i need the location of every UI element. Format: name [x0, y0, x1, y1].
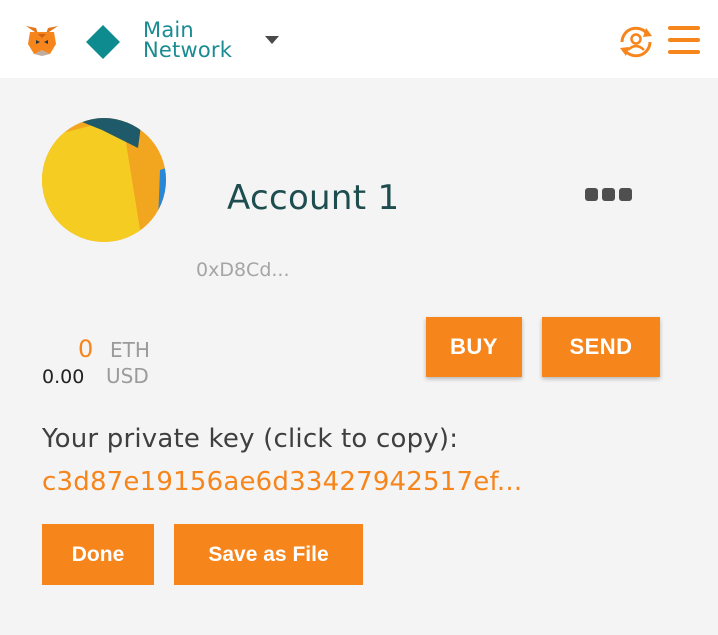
account-avatar — [42, 118, 166, 242]
save-as-file-button[interactable]: Save as File — [174, 524, 363, 585]
private-key-label: Your private key (click to copy): — [42, 424, 459, 454]
app-header: Main Network — [0, 0, 718, 78]
buy-button[interactable]: BUY — [426, 317, 522, 377]
network-name-line1: Main — [143, 18, 194, 42]
network-selector[interactable]: Main Network — [143, 18, 263, 62]
network-status-icon[interactable] — [86, 25, 120, 59]
account-name[interactable]: Account 1 — [227, 178, 399, 218]
caret-down-icon[interactable] — [265, 36, 279, 44]
network-name-line2: Network — [143, 38, 233, 62]
usd-balance-value: 0.00 — [42, 366, 85, 388]
account-sync-icon[interactable] — [616, 22, 656, 62]
more-dots-icon[interactable] — [585, 188, 633, 202]
done-button[interactable]: Done — [42, 524, 154, 585]
send-button[interactable]: SEND — [542, 317, 660, 377]
private-key-value[interactable]: c3d87e19156ae6d33427942517ef... — [42, 467, 522, 497]
metamask-fox-icon[interactable] — [24, 22, 60, 58]
eth-balance-value: 0 — [78, 335, 94, 363]
account-address[interactable]: 0xD8Cd... — [196, 259, 290, 281]
usd-balance-unit: USD — [106, 364, 149, 388]
eth-balance-unit: ETH — [110, 338, 150, 362]
hamburger-menu-icon[interactable] — [668, 26, 700, 54]
